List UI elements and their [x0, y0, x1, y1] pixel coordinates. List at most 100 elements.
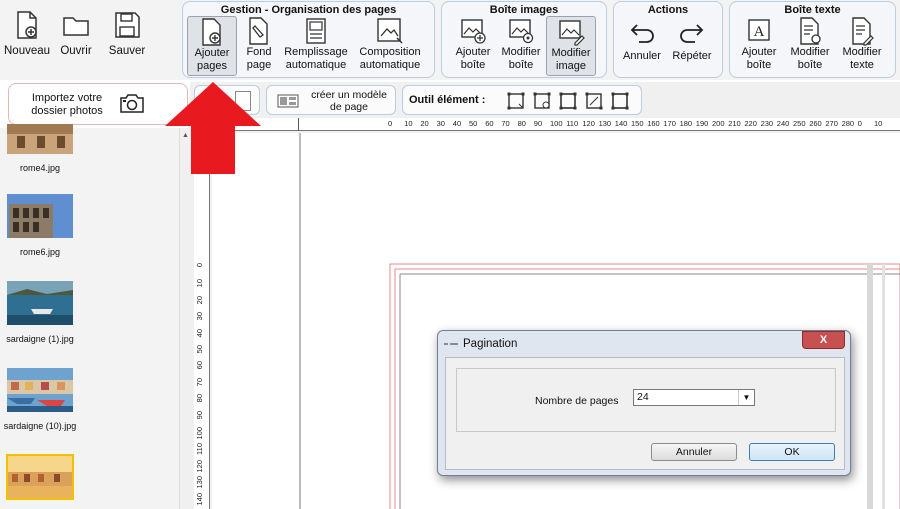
add-text-box-label-2: boîte [746, 59, 772, 71]
edit-text-box-label-1: Modifier [790, 46, 830, 58]
redo-button[interactable]: Répéter [668, 22, 716, 82]
ruler-tick-label: 70 [501, 119, 510, 128]
pages-count-select[interactable]: 24 ▼ [633, 389, 755, 406]
new-label: Nouveau [4, 45, 51, 57]
pages-group-title: Gestion - Organisation des pages [220, 4, 397, 16]
photo-image [7, 281, 73, 325]
open-button[interactable]: Ouvrir [56, 10, 96, 57]
ruler-tick-label: 220 [744, 119, 757, 128]
auto-layout-button[interactable]: Composition automatique [355, 16, 425, 76]
add-text-box-icon: A [748, 19, 770, 41]
ruler-tick-label: 80 [517, 119, 526, 128]
cancel-button[interactable]: Annuler [651, 443, 737, 461]
ruler-tick-label: 70 [195, 377, 204, 387]
add-text-box-button[interactable]: A Ajouter boîte [736, 16, 782, 76]
ruler-tick-label: 40 [452, 119, 462, 128]
actions-group: Actions Annuler Répéter [613, 1, 723, 78]
image-settings-icon [509, 19, 534, 44]
ruler-tick-label: 270 [825, 119, 838, 128]
ribbon: Nouveau Ouvrir Sauver Gestion - Organisa… [0, 0, 900, 80]
photo-thumbnail[interactable]: rome4.jpg [0, 124, 80, 173]
add-pages-label-1: Ajouter [194, 47, 230, 59]
ruler-tick-label: 100 [195, 427, 204, 440]
photo-filename: rome6.jpg [19, 247, 61, 257]
create-template-button[interactable]: créer un modèle de page [266, 85, 396, 115]
ruler-tick-label: 10 [404, 119, 413, 128]
ruler-tick-label: 160 [647, 119, 660, 128]
auto-fill-button[interactable]: Remplissage automatique [281, 16, 351, 76]
window-icon [444, 343, 458, 345]
save-button[interactable]: Sauver [106, 10, 148, 57]
add-pages-button[interactable]: Ajouter pages [187, 16, 237, 76]
sidebar-scrollbar[interactable]: ▲ [179, 128, 191, 509]
paint-page-icon [249, 17, 268, 45]
chevron-down-icon[interactable]: ▼ [738, 390, 754, 405]
ruler-tick-label: 20 [420, 119, 429, 128]
select-box-icon[interactable] [507, 92, 525, 110]
photo-thumbnail[interactable]: rome6.jpg [0, 194, 80, 257]
edit-text-box-button[interactable]: Modifier boîte [786, 16, 834, 76]
background-button[interactable]: Fond page [241, 16, 277, 76]
open-label: Ouvrir [60, 45, 92, 57]
pages-count-label: Nombre de pages [535, 395, 619, 407]
new-button[interactable]: Nouveau [4, 10, 50, 57]
edit-image-box-button[interactable]: Modifier boîte [498, 16, 544, 76]
images-group: Boîte images Ajouter boîte Modifier boît… [441, 1, 607, 78]
svg-text:A: A [754, 24, 765, 40]
import-label-1: Importez votre [31, 92, 103, 104]
auto-fill-label-2: automatique [285, 59, 347, 71]
add-image-box-button[interactable]: Ajouter boîte [450, 16, 496, 76]
ruler-tick-label: 40 [195, 328, 204, 337]
actions-group-title: Actions [647, 4, 689, 16]
ruler-tick-label: 140 [614, 119, 628, 128]
element-tool-box: Outil élément : [402, 85, 642, 115]
photo-thumbnail[interactable]: sardaigne (1).jpg [0, 281, 80, 344]
pages-group: Gestion - Organisation des pages Ajouter… [182, 1, 435, 78]
add-image-box-label-2: boîte [460, 59, 486, 71]
text-group-title: Boîte texte [784, 4, 841, 16]
import-photos-button[interactable]: Importez votre dossier photos [8, 83, 188, 125]
auto-fill-label-1: Remplissage [284, 46, 348, 58]
ruler-tick-label: 180 [679, 119, 693, 128]
ruler-tick-label: 120 [582, 119, 595, 128]
create-template-label-1: créer un modèle [311, 89, 387, 101]
ruler-tick-label: 10 [874, 119, 883, 128]
ruler-tick-label: 0 [388, 119, 393, 128]
edit-image-button[interactable]: Modifier image [546, 16, 596, 76]
edit-text-button[interactable]: Modifier texte [838, 16, 886, 76]
ruler-tick-label: 120 [195, 459, 204, 473]
ruler-tick-label: 260 [809, 119, 822, 128]
horizontal-ruler: 0 10 20 30 40 50 60 70 80 90 100 110 120 130 140 150 160… [210, 118, 900, 131]
edit-image-box-label-1: Modifier [501, 46, 541, 58]
photo-image [7, 124, 73, 154]
resize-box-icon[interactable] [559, 92, 577, 110]
new-file-icon [17, 11, 37, 39]
ruler-tick-label: 0 [195, 263, 204, 268]
ruler-tick-label: 130 [598, 119, 612, 128]
undo-button[interactable]: Annuler [618, 22, 666, 82]
edit-image-label-1: Modifier [551, 47, 591, 59]
edit-text-icon [852, 17, 874, 46]
ruler-tick-label: 10 [195, 279, 204, 288]
redo-label: Répéter [672, 50, 712, 62]
auto-layout-label-2: automatique [359, 59, 421, 71]
ruler-tick-label: 210 [728, 119, 741, 128]
photo-thumbnail[interactable]: sardaigne (10).jpg [0, 368, 80, 431]
dialog-close-button[interactable]: X [802, 331, 845, 349]
auto-fill-icon [306, 18, 326, 44]
ok-button[interactable]: OK [749, 443, 835, 461]
ruler-tick-label: 240 [776, 119, 790, 128]
photo-image [8, 456, 72, 498]
photo-thumbnail[interactable] [0, 454, 80, 500]
folder-icon [63, 17, 89, 36]
photo-filename: sardaigne (10).jpg [3, 421, 77, 431]
move-box-icon[interactable] [611, 92, 629, 110]
ruler-tick-label: 130 [195, 476, 204, 489]
element-tool-label: Outil élément : [409, 94, 486, 106]
photo-sidebar: rome4.jpg rome6.jpg sardaigne (1).jpg sa… [0, 124, 180, 509]
crop-box-icon[interactable] [585, 92, 603, 110]
rotate-box-icon[interactable] [533, 92, 551, 110]
ruler-tick-label: 50 [195, 345, 204, 354]
edit-image-box-label-2: boîte [508, 59, 534, 71]
create-template-label-2: de page [330, 101, 368, 113]
